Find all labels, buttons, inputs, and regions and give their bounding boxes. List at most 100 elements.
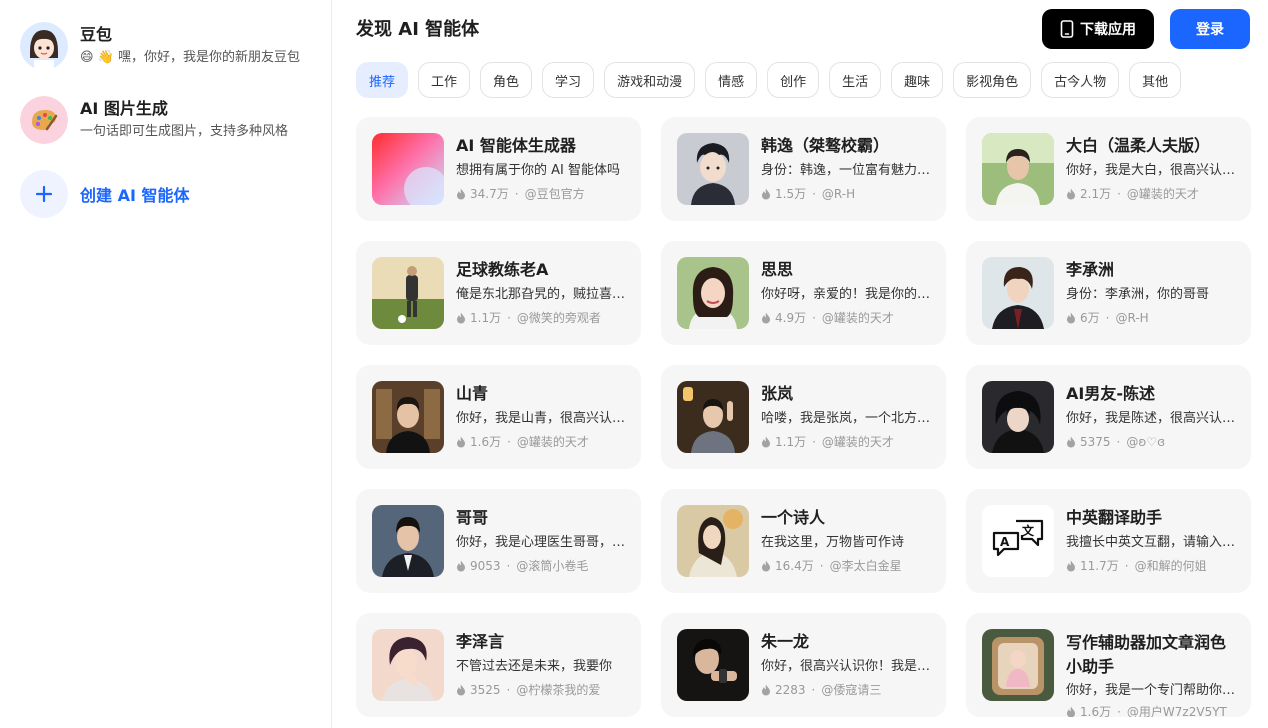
create-agent-button[interactable]: 创建 AI 智能体 <box>20 168 320 220</box>
agent-card[interactable]: 足球教练老A 俺是东北那旮旯的，贼拉喜欢足球 1.1万 · @微笑的旁观者 <box>356 241 641 345</box>
agent-meta: 1.5万 · @R-H <box>761 185 932 203</box>
agent-usage-count: 9053 <box>470 559 501 573</box>
agent-author: @ʚ♡ɞ <box>1126 435 1166 449</box>
agent-author: @罐装的天才 <box>821 311 894 325</box>
fire-icon <box>457 684 465 696</box>
agent-card[interactable]: 张岚 哈喽，我是张岚，一个北方姑娘 1.1万 · @罐装的天才 <box>661 365 946 469</box>
fire-icon <box>457 560 465 572</box>
agent-avatar <box>372 505 444 577</box>
tab-other[interactable]: 其他 <box>1129 62 1182 98</box>
agent-author: @罐装的天才 <box>821 435 894 449</box>
phone-icon <box>1060 20 1074 38</box>
tab-historical-figures[interactable]: 古今人物 <box>1041 62 1120 98</box>
sidebar-item-doubao[interactable]: 豆包 😄 👋 嘿，你好，我是你的新朋友豆包 <box>20 20 320 72</box>
agent-meta: 2.1万 · @罐装的天才 <box>1066 185 1237 203</box>
agent-avatar <box>677 505 749 577</box>
agent-card[interactable]: 思思 你好呀，亲爱的！我是你的思思 4.9万 · @罐装的天才 <box>661 241 946 345</box>
agent-avatar <box>982 381 1054 453</box>
agent-card[interactable]: 李承洲 身份：李承洲，你的哥哥 6万 · @R-H <box>966 241 1251 345</box>
tab-creation[interactable]: 创作 <box>767 62 820 98</box>
agent-card[interactable]: 大白（温柔人夫版） 你好，我是大白，很高兴认识你 2.1万 · @罐装的天才 <box>966 117 1251 221</box>
agent-card[interactable]: 朱一龙 你好，很高兴认识你！我是朱一龙 2283 · @倭寇请三 <box>661 613 946 717</box>
meta-separator: · <box>506 683 511 697</box>
fire-icon <box>1067 436 1075 448</box>
tab-film-characters[interactable]: 影视角色 <box>953 62 1032 98</box>
tab-role[interactable]: 角色 <box>480 62 533 98</box>
agent-author: @罐装的天才 <box>1126 187 1199 201</box>
palette-avatar <box>20 96 68 144</box>
tab-fun[interactable]: 趣味 <box>891 62 944 98</box>
agent-description: 俺是东北那旮旯的，贼拉喜欢足球 <box>456 287 627 302</box>
agent-card[interactable]: 写作辅助器加文章润色小助手 你好，我是一个专门帮助你写作的 1.6万 · @用户… <box>966 613 1251 717</box>
fire-icon <box>762 684 770 696</box>
fire-icon <box>1067 312 1075 324</box>
agent-title: 写作辅助器加文章润色小助手 <box>1066 633 1227 676</box>
agent-meta: 3525 · @柠檬茶我的爱 <box>456 681 627 699</box>
agent-card[interactable]: AI 智能体生成器 想拥有属于你的 AI 智能体吗 34.7万 · @豆包官方 <box>356 117 641 221</box>
agent-meta: 16.4万 · @李太白金星 <box>761 557 932 575</box>
sidebar-item-image-generation[interactable]: AI 图片生成 一句话即可生成图片，支持多种风格 <box>20 94 320 146</box>
fire-icon <box>1067 188 1075 200</box>
tab-games-anime[interactable]: 游戏和动漫 <box>604 62 696 98</box>
agent-card[interactable]: 韩逸（桀骜校霸） 身份：韩逸，一位富有魅力的校霸 1.5万 · @R-H <box>661 117 946 221</box>
agent-usage-count: 1.6万 <box>470 435 502 449</box>
tab-work[interactable]: 工作 <box>418 62 471 98</box>
plus-icon <box>20 170 68 218</box>
sidebar-item-subtitle: 一句话即可生成图片，支持多种风格 <box>80 124 289 139</box>
agent-avatar <box>677 629 749 701</box>
agent-card[interactable]: 山青 你好，我是山青，很高兴认识你 1.6万 · @罐装的天才 <box>356 365 641 469</box>
agent-author: @滚筒小卷毛 <box>516 559 589 573</box>
agent-title: 哥哥 <box>456 508 489 527</box>
agent-meta: 4.9万 · @罐装的天才 <box>761 309 932 327</box>
download-app-button[interactable]: 下载应用 <box>1042 9 1154 49</box>
agent-meta: 2283 · @倭寇请三 <box>761 681 932 699</box>
create-agent-label: 创建 AI 智能体 <box>80 186 190 205</box>
agent-description: 身份：李承洲，你的哥哥 <box>1066 287 1210 302</box>
agent-card[interactable]: 哥哥 你好，我是心理医生哥哥，有什么 9053 · @滚筒小卷毛 <box>356 489 641 593</box>
tab-emotion[interactable]: 情感 <box>705 62 758 98</box>
agent-title: 李承洲 <box>1066 260 1115 279</box>
agent-card[interactable]: A 文 中英翻译助手 我擅长中英文互翻，请输入内容 11.7万 · @和解的何姐 <box>966 489 1251 593</box>
agent-avatar <box>372 133 444 205</box>
fire-icon <box>1067 706 1075 717</box>
agent-grid: AI 智能体生成器 想拥有属于你的 AI 智能体吗 34.7万 · @豆包官方 … <box>356 117 1251 717</box>
agent-meta: 11.7万 · @和解的何姐 <box>1066 557 1237 575</box>
agent-usage-count: 3525 <box>470 683 501 697</box>
agent-usage-count: 1.6万 <box>1080 705 1112 717</box>
agent-author: @R-H <box>821 187 856 201</box>
download-app-label: 下载应用 <box>1080 22 1136 38</box>
agent-description: 你好，我是大白，很高兴认识你 <box>1066 163 1237 178</box>
agent-description: 哈喽，我是张岚，一个北方姑娘 <box>761 411 932 426</box>
agent-avatar <box>677 257 749 329</box>
agent-author: @罐装的天才 <box>516 435 589 449</box>
fire-icon <box>762 188 770 200</box>
agent-description: 我擅长中英文互翻，请输入内容 <box>1066 535 1237 550</box>
agent-meta: 6万 · @R-H <box>1066 309 1237 327</box>
agent-card[interactable]: 李泽言 不管过去还是未来，我要你 3525 · @柠檬茶我的爱 <box>356 613 641 717</box>
agent-avatar <box>982 257 1054 329</box>
meta-separator: · <box>812 187 816 201</box>
agent-card[interactable]: AI男友-陈述 你好，我是陈述，很高兴认识你 5375 · @ʚ♡ɞ <box>966 365 1251 469</box>
fire-icon <box>457 188 465 200</box>
sidebar: 豆包 😄 👋 嘿，你好，我是你的新朋友豆包 AI 图片生成 一句话即可生成图片，… <box>0 0 332 728</box>
agent-author: @微笑的旁观者 <box>516 311 601 325</box>
meta-separator: · <box>1117 705 1121 717</box>
fire-icon <box>1067 560 1075 572</box>
meta-separator: · <box>507 435 511 449</box>
fire-icon <box>762 560 770 572</box>
agent-title: 李泽言 <box>456 632 505 651</box>
tab-recommended[interactable]: 推荐 <box>356 62 409 98</box>
sidebar-item-title: 豆包 <box>80 25 113 44</box>
agent-card[interactable]: 一个诗人 在我这里，万物皆可作诗 16.4万 · @李太白金星 <box>661 489 946 593</box>
login-button[interactable]: 登录 <box>1170 9 1250 49</box>
agent-meta: 1.6万 · @用户W7z2V5YT <box>1066 703 1237 717</box>
agent-usage-count: 6万 <box>1080 311 1100 325</box>
tab-study[interactable]: 学习 <box>542 62 595 98</box>
tab-life[interactable]: 生活 <box>829 62 882 98</box>
agent-meta: 1.1万 · @微笑的旁观者 <box>456 309 627 327</box>
meta-separator: · <box>514 187 519 201</box>
agent-title: 朱一龙 <box>761 632 810 651</box>
sidebar-item-subtitle: 😄 👋 嘿，你好，我是你的新朋友豆包 <box>80 50 300 65</box>
agent-meta: 9053 · @滚筒小卷毛 <box>456 557 627 575</box>
meta-separator: · <box>812 311 816 325</box>
